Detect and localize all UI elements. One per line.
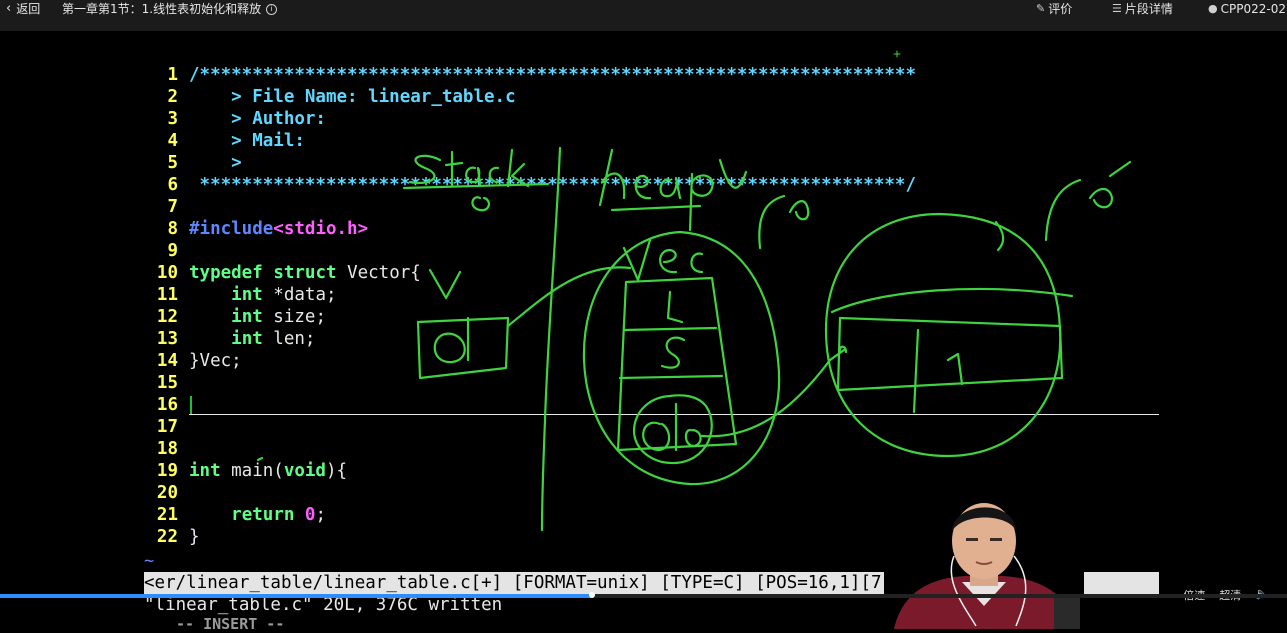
handwriting-stack — [408, 148, 530, 188]
array-divider — [912, 328, 920, 414]
pen-annotations — [256, 50, 1132, 532]
handwriting-d-field — [642, 402, 702, 452]
pointer-arrow-stack-to-heap — [506, 266, 632, 328]
video-progress-fill — [0, 594, 593, 598]
handwriting-1 — [946, 352, 964, 386]
heap-array-circle — [824, 212, 1062, 458]
scribble-heap-arrow — [718, 158, 748, 189]
stack-heap-divider — [540, 146, 562, 532]
vim-mode-indicator: -- INSERT -- — [176, 615, 285, 633]
video-progress-knob[interactable] — [589, 592, 596, 598]
array-box — [836, 316, 1064, 392]
handwriting-d-stack — [433, 316, 470, 364]
video-progress-bar[interactable] — [0, 592, 1287, 598]
field-divider-1 — [622, 326, 718, 332]
stack-variable-box — [416, 316, 510, 380]
handwriting-comma-mark — [256, 456, 264, 462]
data-field-circle — [633, 394, 713, 465]
scribble-r-1 — [758, 194, 810, 250]
handwriting-s — [471, 196, 490, 212]
underline-heap — [610, 204, 702, 212]
handwriting-v — [428, 268, 462, 300]
handwriting-s-field — [660, 336, 686, 369]
array-top-line — [830, 287, 1074, 314]
field-divider-2 — [618, 374, 724, 380]
plus-mark — [893, 50, 901, 58]
handwriting-heap — [598, 148, 714, 232]
scribble-r-2 — [1044, 160, 1132, 242]
handwriting-l — [666, 290, 684, 324]
